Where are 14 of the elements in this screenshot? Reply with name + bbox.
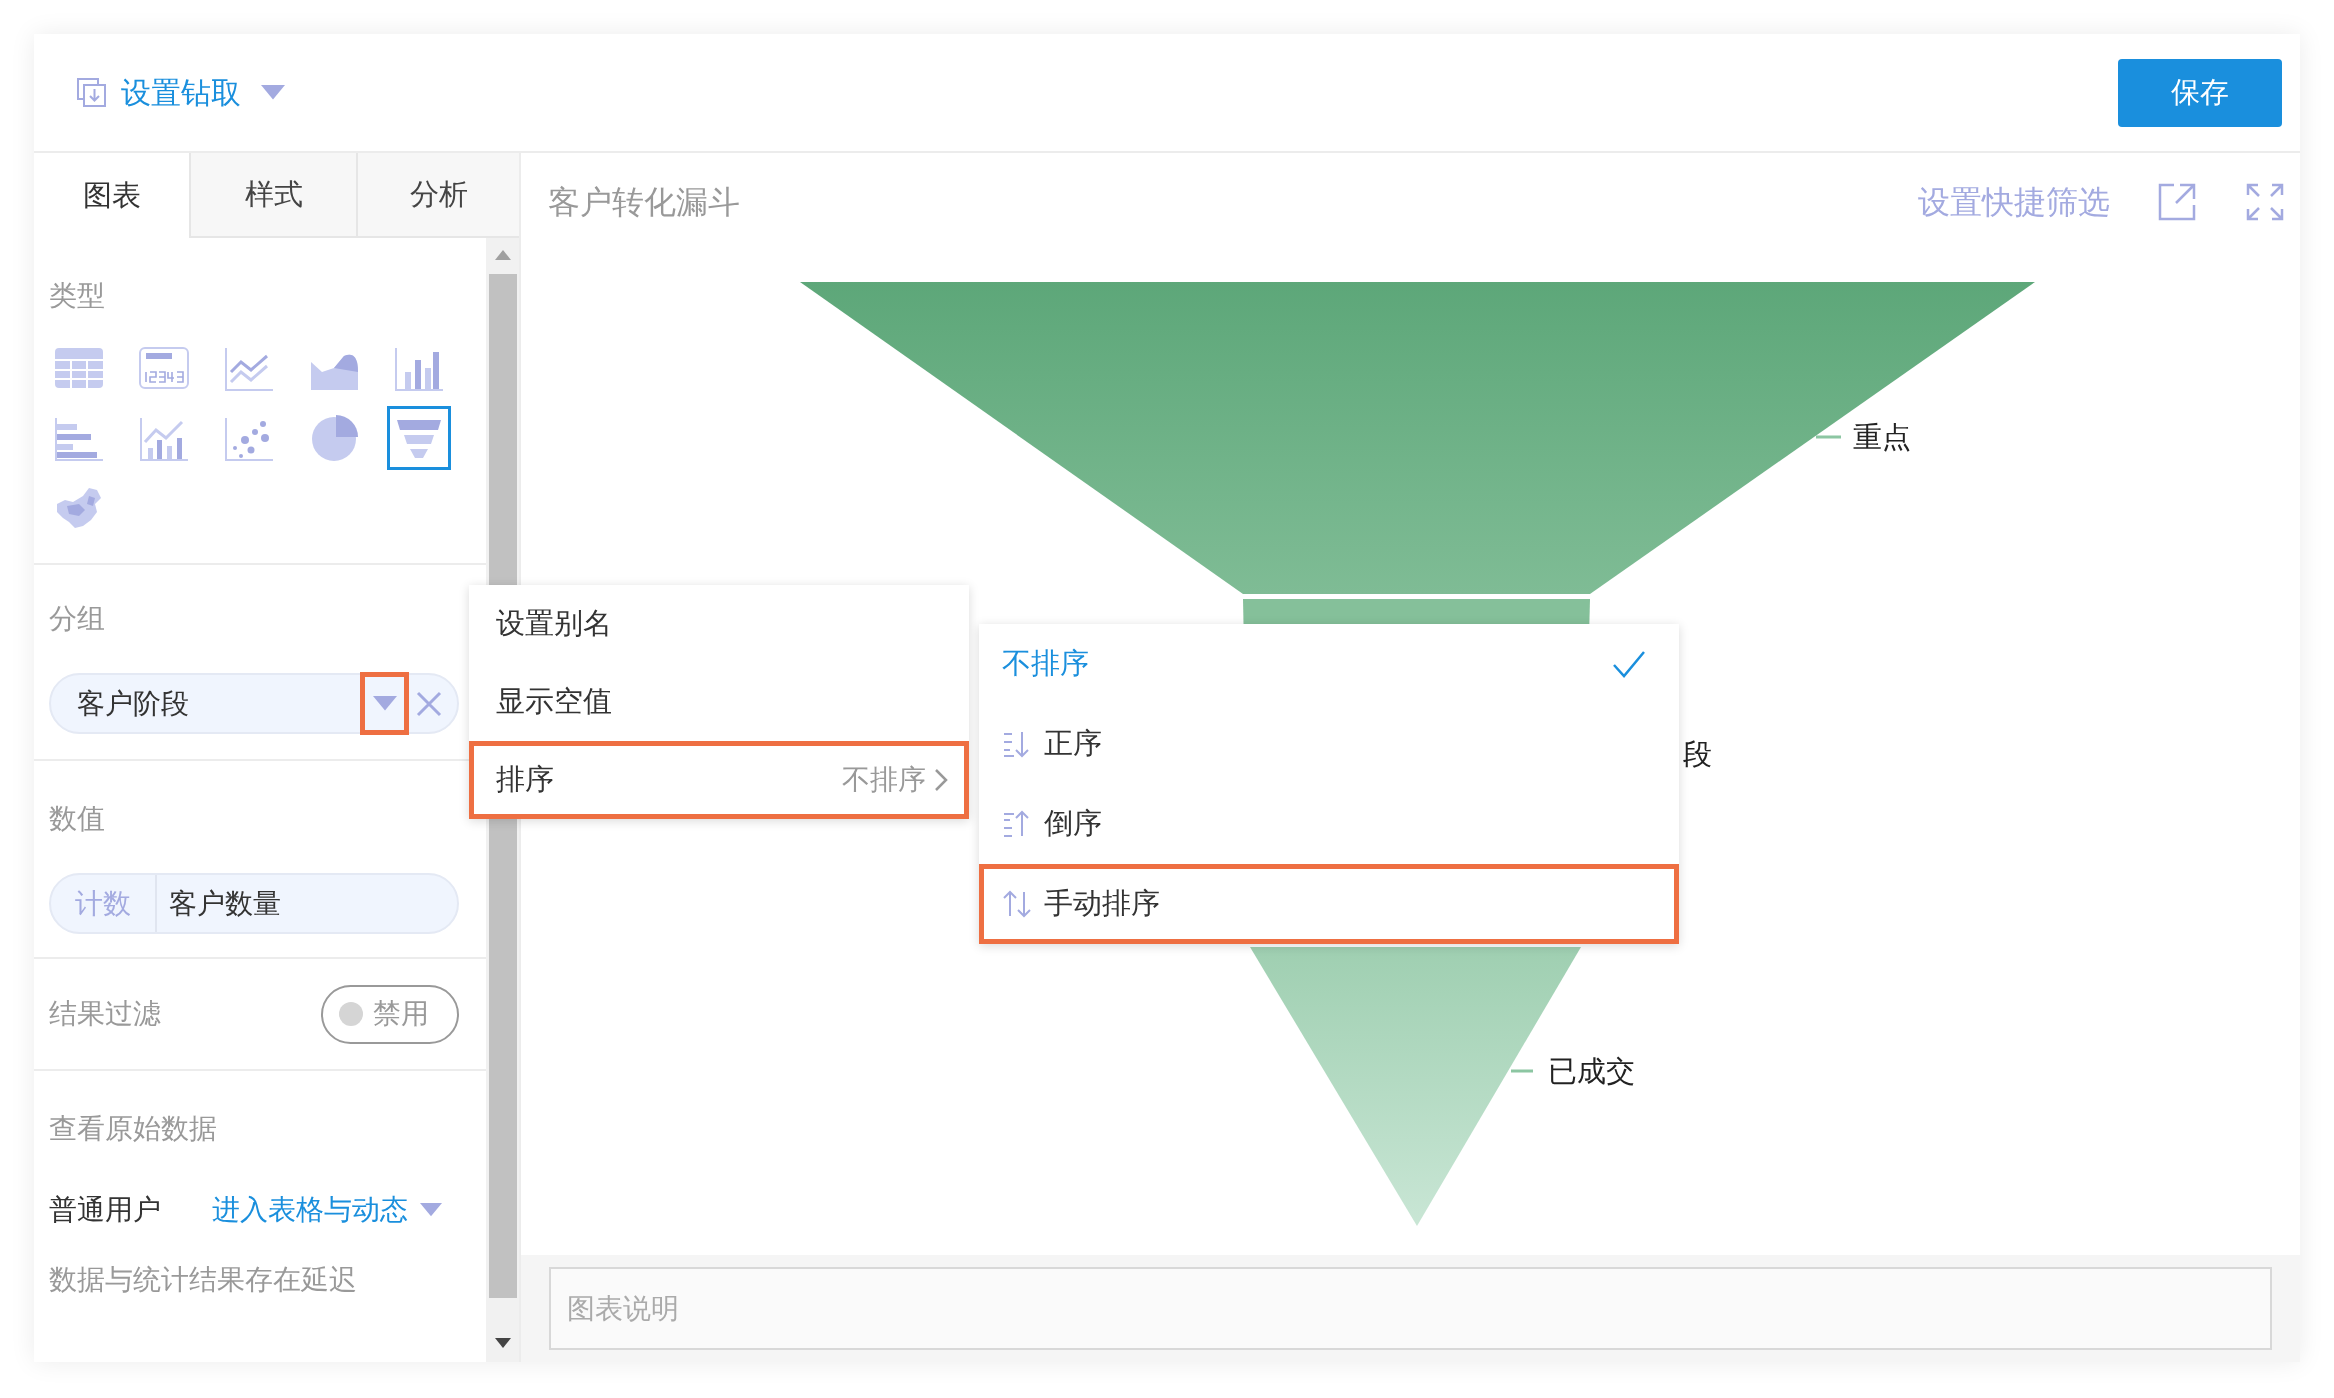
current-value: 不排序 [842,763,926,797]
funnel-label: 段 [1683,738,1712,770]
field-name: 客户数量 [168,886,281,921]
section-label: 查看原始数据 [49,1112,217,1146]
section-label: 结果过滤 [49,997,161,1031]
user-role-label: 普通用户 [49,1193,162,1227]
section-label: 数值 [49,802,105,836]
aggregate-label: 计数 [51,875,157,932]
section-label: 类型 [49,279,105,313]
chart-title: 客户转化漏斗 [548,183,740,222]
funnel-label: 重点 [1853,421,1911,453]
funnel-label: 已成交 [1548,1055,1635,1087]
delay-note: 数据与统计结果存在延迟 [49,1263,357,1297]
section-label: 分组 [49,602,105,636]
